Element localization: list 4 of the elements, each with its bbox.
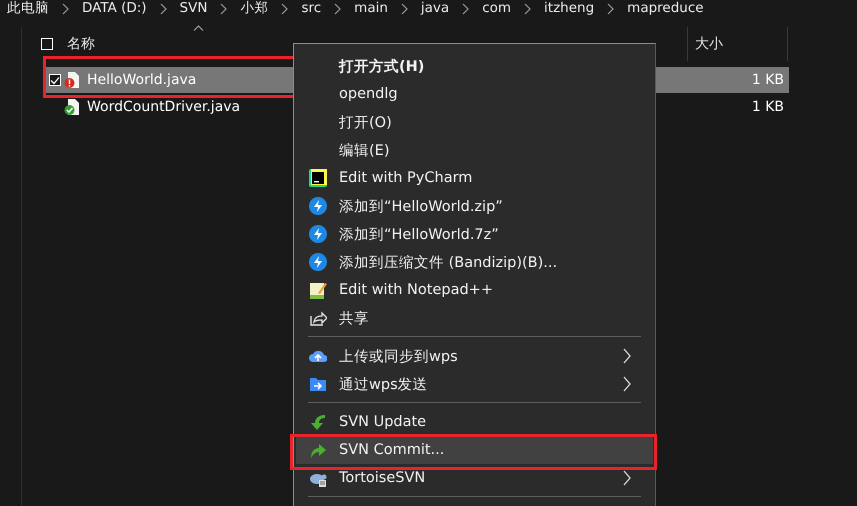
file-size: 1 KB <box>752 72 784 88</box>
file-size: 1 KB <box>752 99 784 115</box>
file-name: HelloWorld.java <box>87 72 198 88</box>
file-name: WordCountDriver.java <box>87 99 242 115</box>
